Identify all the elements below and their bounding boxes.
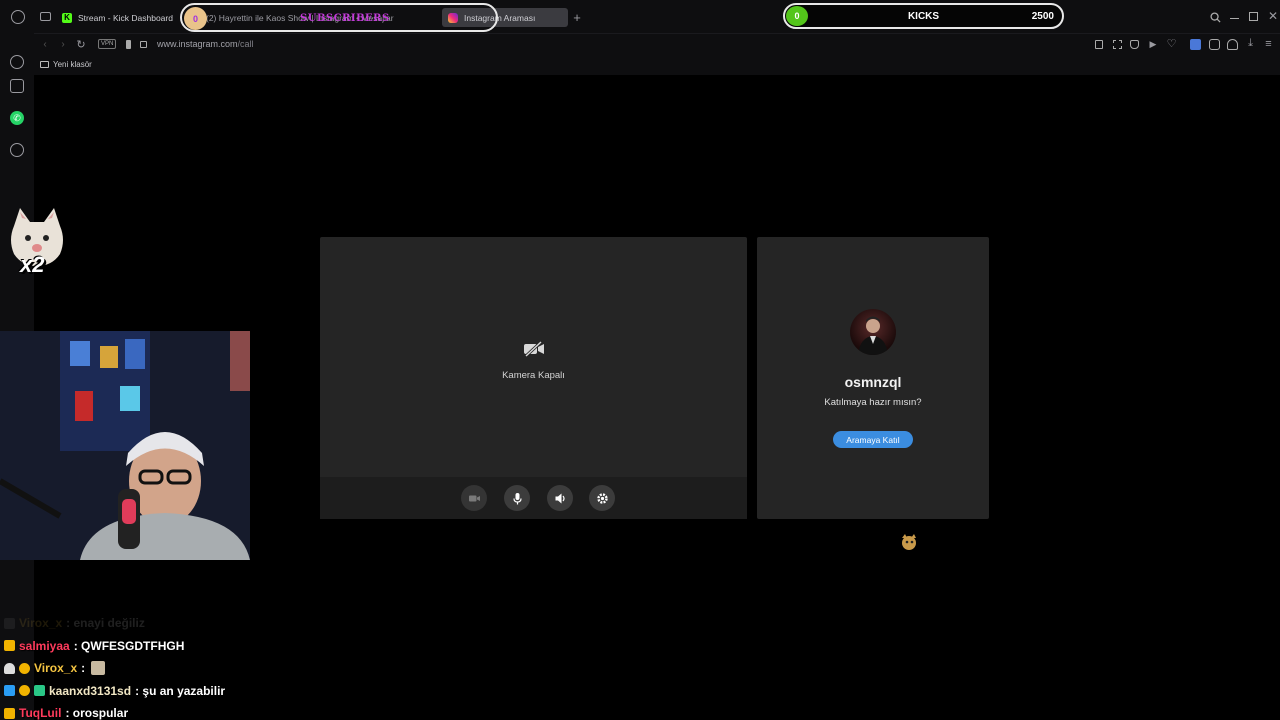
subscriber-badge-icon [34, 685, 45, 697]
vip-badge-icon [4, 685, 15, 697]
camera-off-icon [524, 341, 544, 357]
kicks-goal-overlay: 0 KICKS 2500 [783, 3, 1064, 29]
join-call-button[interactable]: Aramaya Katıl [833, 431, 913, 448]
bookmark-folder-label: Yeni klasör [53, 60, 92, 69]
tab-label: Stream - Kick Dashboard [78, 12, 173, 23]
vpn-badge[interactable]: VPN [98, 39, 117, 49]
restore-icon[interactable] [1249, 12, 1258, 21]
download-icon[interactable]: ⤓ [1245, 37, 1256, 50]
kicks-goal: 2500 [1031, 11, 1054, 22]
chat-text: : enayi değiliz [66, 616, 145, 631]
chat-text: : [81, 661, 86, 676]
extensions-icon[interactable] [1209, 39, 1220, 50]
adblock-icon[interactable] [1130, 40, 1139, 49]
close-icon[interactable]: ✕ [1268, 9, 1278, 23]
chat-username: salmiyaa [19, 638, 70, 653]
pin-icon[interactable] [1095, 40, 1103, 49]
moderator-badge-icon [4, 617, 15, 629]
url-path: /call [237, 39, 254, 49]
chat-message: Virox_x : [4, 657, 404, 680]
opera-menu-icon[interactable] [11, 10, 25, 24]
heart-icon[interactable]: ♡ [1166, 37, 1177, 50]
forward-icon[interactable]: › [58, 38, 68, 50]
lock-icon[interactable] [140, 41, 147, 48]
translate-icon[interactable] [1190, 39, 1201, 50]
tab-islands-icon[interactable] [40, 12, 51, 21]
wallet-icon[interactable] [126, 40, 131, 49]
chat-message: Virox_x : enayi değiliz [4, 612, 404, 635]
microphone-button[interactable] [504, 485, 530, 511]
chat-message: TuqLuil : orospular [4, 702, 404, 720]
speaker-icon [555, 493, 565, 503]
chat-message: salmiyaa : QWFESGDTFHGH [4, 635, 404, 658]
play-icon[interactable]: ▶ [1148, 38, 1158, 50]
chat-text: : QWFESGDTFHGH [73, 638, 185, 653]
url-host: www.instagram.com [157, 39, 238, 49]
call-controls-bar [320, 477, 747, 519]
settings-button[interactable] [589, 485, 615, 511]
minimize-icon[interactable] [1230, 18, 1239, 19]
chat-username: Virox_x [19, 616, 63, 631]
subscribers-count: 0 [184, 7, 207, 30]
easy-setup-icon[interactable]: ≡ [1263, 37, 1274, 50]
snapshot-icon[interactable] [1113, 40, 1122, 49]
bookmarks-bar: Yeni klasör [34, 55, 1280, 75]
sidebar-history-icon[interactable] [10, 55, 24, 69]
sidebar-aria-icon[interactable] [10, 79, 24, 93]
stream-chat-overlay: Virox_x : enayi değiliz salmiyaa : QWFES… [4, 612, 404, 720]
folder-icon [40, 61, 49, 68]
ready-prompt: Katılmaya hazır mısın? [824, 397, 922, 408]
kicks-label: KICKS [907, 11, 940, 22]
bell-badge-icon [4, 662, 15, 674]
chat-message: kaanxd3131sd : şu an yazabilir [4, 680, 404, 703]
chat-text: : orospular [65, 706, 129, 720]
reload-icon[interactable]: ↻ [75, 38, 87, 51]
gift-badge-icon [19, 685, 30, 697]
account-icon[interactable] [1227, 39, 1238, 50]
tab-kick-dashboard[interactable]: K Stream - Kick Dashboard [62, 8, 182, 27]
gift-badge-icon [19, 662, 30, 674]
back-icon[interactable]: ‹ [40, 38, 50, 50]
chat-username: TuqLuil [19, 706, 62, 720]
cursor-emote-icon [902, 534, 916, 550]
chat-username: kaanxd3131sd [49, 683, 132, 698]
subscribers-label: SUBSCRIBERS [300, 13, 390, 24]
self-video-panel: Kamera Kapalı [320, 237, 747, 519]
camera-off-label: Kamera Kapalı [502, 370, 565, 381]
video-toggle-button[interactable] [461, 485, 487, 511]
join-call-panel: osmnzql Katılmaya hazır mısın? Aramaya K… [757, 237, 989, 519]
avatar [850, 309, 896, 355]
bookmark-folder[interactable]: Yeni klasör [40, 60, 92, 69]
url-field[interactable]: www.instagram.com/call [157, 39, 254, 49]
address-bar: ‹ › ↻ VPN www.instagram.com/call ▶ ♡ ⤓ ≡ [34, 33, 1280, 55]
settings-icon [596, 492, 608, 504]
search-icon[interactable] [1209, 11, 1221, 23]
chat-username: Virox_x [34, 661, 78, 676]
emote-multiplier: x2 [20, 252, 45, 277]
chat-text: : şu an yazabilir [135, 683, 226, 698]
cat-emote-small-icon [91, 661, 106, 676]
video-icon [468, 495, 480, 501]
mic-icon [512, 492, 522, 504]
new-tab-button[interactable]: + [570, 9, 584, 25]
kick-favicon-icon: K [62, 12, 72, 23]
crown-badge-icon [4, 707, 15, 719]
sidebar-clock-icon[interactable] [10, 143, 24, 157]
crown-badge-icon [4, 640, 15, 652]
subscribers-goal-overlay: 0 SUBSCRIBERS [180, 3, 498, 32]
whatsapp-icon[interactable]: ✆ [10, 111, 24, 125]
streamer-webcam [0, 331, 250, 560]
speaker-button[interactable] [547, 485, 573, 511]
caller-username: osmnzql [844, 374, 902, 390]
